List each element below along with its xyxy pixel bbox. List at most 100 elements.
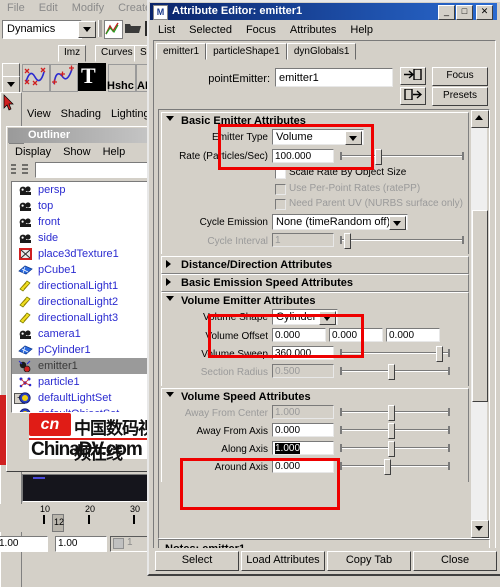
outliner-item-pCube1[interactable]: pCube1 (12, 262, 160, 278)
cycle-emission-combo[interactable]: None (timeRandom off) (272, 214, 408, 230)
label-cycle-interval: Cycle Interval (207, 236, 268, 247)
timeline-current-frame-cursor[interactable]: 12 (52, 514, 64, 532)
maximize-button[interactable]: □ (456, 5, 473, 20)
expand-triangle-icon (166, 260, 171, 268)
load-attributes-button[interactable]: Load Attributes (241, 551, 325, 571)
menu-modify[interactable]: Modify (65, 1, 111, 16)
outliner-menu-display[interactable]: Display (9, 145, 57, 160)
label-volume-sweep: Volume Sweep (201, 349, 268, 360)
chevron-down-icon[interactable] (389, 216, 406, 230)
close-button[interactable]: ✕ (476, 5, 493, 20)
attribute-scrollbar[interactable] (471, 110, 489, 538)
ae-menu-focus[interactable]: Focus (239, 22, 283, 38)
outliner-item-camera1[interactable]: camera1 (12, 326, 160, 342)
volume-offset-y-input[interactable]: 0.000 (329, 328, 383, 342)
shelf-scroll-down-button[interactable] (2, 76, 20, 94)
ae-menu-selected[interactable]: Selected (182, 22, 239, 38)
around-axis-input[interactable]: 0.000 (272, 459, 334, 473)
ae-menu-list[interactable]: List (151, 22, 182, 38)
timeline-current-frame-label: 12 (54, 517, 65, 527)
menu-edit[interactable]: Edit (32, 1, 65, 16)
open-folder-icon[interactable] (124, 22, 142, 35)
frame-distance-direction-attributes[interactable]: Distance/Direction Attributes (161, 256, 469, 274)
shelf-icon-text-tool[interactable]: T (78, 63, 106, 91)
outliner-item-label: emitter1 (38, 360, 78, 372)
shelf-tab-curves[interactable]: Curves (95, 45, 139, 62)
minimize-button[interactable]: _ (438, 5, 455, 20)
scrollbar-thumb[interactable] (472, 210, 488, 402)
shelf-tab-imz[interactable]: Imz (58, 45, 87, 62)
outliner-window: M Outliner Display Show Help persptopfro… (6, 126, 164, 472)
away-from-axis-input[interactable]: 0.000 (272, 423, 334, 437)
shelf-icon-cv-curve[interactable] (50, 64, 78, 92)
tab-particleShape1[interactable]: particleShape1 (206, 43, 287, 60)
tab-emitter1[interactable]: emitter1 (156, 43, 207, 60)
scale-rate-by-object-size-checkbox[interactable] (275, 168, 286, 179)
rate-slider[interactable] (340, 149, 464, 165)
need-parent-uv-checkbox (275, 199, 286, 210)
along-axis-input[interactable]: 1.000 (272, 441, 334, 455)
scroll-down-button[interactable] (471, 520, 489, 538)
outliner-search-input[interactable] (35, 162, 161, 178)
outliner-item-emitter1[interactable]: emitter1 (12, 358, 160, 374)
attribute-editor-titlebar[interactable]: M Attribute Editor: emitter1 _ □ ✕ (150, 3, 497, 20)
ae-menu-help[interactable]: Help (343, 22, 380, 38)
range-start-input[interactable]: 1.00 (0, 536, 48, 552)
presets-button[interactable]: Presets (432, 87, 488, 106)
outliner-item-top[interactable]: top (12, 198, 160, 214)
chevron-down-icon[interactable] (345, 131, 362, 145)
chevron-down-icon[interactable] (319, 311, 336, 325)
copy-tab-button[interactable]: Copy Tab (327, 551, 411, 571)
volume-offset-x-input[interactable]: 0.000 (272, 328, 326, 342)
volume-shape-combo[interactable]: Cylinder (272, 309, 338, 325)
outliner-item-directionalLight3[interactable]: directionalLight3 (12, 310, 160, 326)
load-node-icon[interactable] (400, 67, 426, 85)
outliner-menu-show[interactable]: Show (57, 145, 97, 160)
render-view-icon[interactable] (104, 20, 123, 39)
volume-offset-z-input[interactable]: 0.000 (386, 328, 440, 342)
select-button[interactable]: Select (155, 551, 239, 571)
outliner-item-front[interactable]: front (12, 214, 160, 230)
menu-file[interactable]: File (0, 1, 32, 16)
timeline[interactable]: 10 20 30 12 (0, 504, 162, 532)
viewport-menu-shading[interactable]: Shading (56, 106, 106, 122)
outliner-item-defaultObjectSet[interactable]: defaultObjectSet (12, 406, 160, 412)
outliner-item-particle1[interactable]: particle1 (12, 374, 160, 390)
node-name-input[interactable]: emitter1 (275, 68, 393, 87)
outliner-item-persp[interactable]: persp (12, 182, 160, 198)
around-axis-slider[interactable] (340, 459, 450, 475)
outliner-menu-help[interactable]: Help (97, 145, 132, 160)
shelf-icon-hshc[interactable]: Hshc (107, 64, 136, 92)
along-axis-slider[interactable] (340, 441, 450, 457)
ae-menu-attributes[interactable]: Attributes (283, 22, 343, 38)
tab-dynGlobals1[interactable]: dynGlobals1 (286, 43, 357, 60)
focus-button[interactable]: Focus (432, 67, 488, 86)
range-end-input[interactable]: 1.00 (55, 536, 107, 552)
scroll-up-button[interactable] (471, 110, 489, 128)
viewport-menu-view[interactable]: View (22, 106, 56, 122)
outliner-filter-icon[interactable] (9, 162, 31, 177)
toolbox-select-icon[interactable] (2, 94, 18, 112)
label-away-from-center: Away From Center (184, 408, 268, 419)
shelf-icon-curve-tool[interactable] (22, 64, 50, 92)
outliner-title: Outliner (8, 128, 160, 143)
attribute-scroll-pane[interactable]: Basic Emitter Attributes Emitter Type Vo… (158, 109, 490, 539)
outliner-item-place3dTexture1[interactable]: place3dTexture1 (12, 246, 160, 262)
outliner-list[interactable]: persp top front side place3dTexture1 pCube1 di… (11, 181, 161, 413)
rate-input[interactable]: 100.000 (272, 149, 334, 163)
volume-sweep-input[interactable]: 360.000 (272, 346, 334, 360)
outliner-item-side[interactable]: side (12, 230, 160, 246)
frame-basic-emission-speed-attributes[interactable]: Basic Emission Speed Attributes (161, 274, 469, 292)
outliner-item-pCylinder1[interactable]: pCylinder1 (12, 342, 160, 358)
outliner-item-directionalLight2[interactable]: directionalLight2 (12, 294, 160, 310)
volume-sweep-slider[interactable] (340, 346, 450, 362)
emitter-type-value: Volume (276, 131, 313, 143)
outliner-item-directionalLight1[interactable]: directionalLight1 (12, 278, 160, 294)
emitter-type-combo[interactable]: Volume (272, 129, 364, 145)
close-button-bottom[interactable]: Close (413, 551, 497, 571)
mode-select[interactable]: Dynamics (2, 20, 82, 39)
outliner-item-defaultLightSet[interactable]: +defaultLightSet (12, 390, 160, 406)
unload-node-icon[interactable] (400, 87, 426, 105)
mode-select-dropdown[interactable] (78, 21, 96, 38)
away-from-axis-slider[interactable] (340, 423, 450, 439)
